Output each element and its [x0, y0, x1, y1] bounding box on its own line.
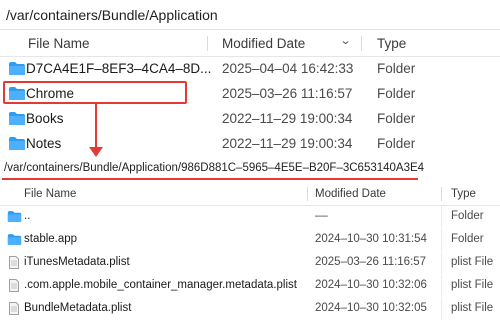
table-row[interactable]: stable.app 2024–10–30 10:31:54 Folder	[0, 229, 500, 251]
table-row[interactable]: .com.apple.mobile_container_manager.meta…	[0, 275, 500, 297]
file-name: D7CA4E1F–8EF3–4CA4–8D...	[26, 61, 212, 76]
top-column-header: File Name Modified Date ⌄ Type	[0, 30, 500, 57]
folder-icon	[8, 111, 26, 129]
document-icon	[9, 302, 19, 318]
sort-chevron-down-icon[interactable]: ⌄	[340, 34, 352, 47]
column-modified-date[interactable]: Modified Date	[222, 36, 305, 51]
document-icon	[9, 279, 19, 295]
file-type: Folder	[377, 86, 416, 101]
file-type: plist File	[451, 302, 494, 314]
column-divider	[441, 229, 442, 251]
file-type: Folder	[451, 233, 484, 245]
document-icon	[9, 256, 19, 272]
column-divider[interactable]	[441, 187, 442, 201]
modified-date: 2025–03–26 11:16:57	[222, 86, 353, 101]
column-divider[interactable]	[361, 36, 362, 51]
file-type: Folder	[377, 61, 416, 76]
arrow-shaft	[95, 104, 97, 150]
column-divider	[441, 275, 442, 297]
bottom-path-bar: /var/containers/Bundle/Application/986D8…	[4, 162, 425, 174]
modified-date: 2025–04–04 16:42:33	[222, 61, 354, 76]
column-file-name[interactable]: File Name	[28, 36, 90, 51]
table-row[interactable]: D7CA4E1F–8EF3–4CA4–8D... 2025–04–04 16:4…	[0, 56, 500, 82]
column-divider	[441, 206, 442, 228]
modified-date: 2025–03–26 11:16:57	[315, 256, 427, 268]
modified-date: 2024–10–30 10:32:05	[315, 302, 427, 314]
file-name: .com.apple.mobile_container_manager.meta…	[24, 279, 297, 291]
column-divider[interactable]	[207, 36, 208, 51]
file-name: ..	[24, 210, 31, 222]
file-type: Folder	[377, 136, 416, 151]
column-modified-date[interactable]: Modified Date	[315, 188, 386, 200]
modified-date: 2022–11–29 19:00:34	[222, 111, 353, 126]
column-divider	[441, 252, 442, 274]
table-row[interactable]: Books 2022–11–29 19:00:34 Folder	[0, 106, 500, 132]
modified-date: 2024–10–30 10:31:54	[315, 233, 427, 245]
column-divider	[441, 298, 442, 320]
highlight-box	[3, 81, 187, 104]
file-name: stable.app	[24, 233, 78, 245]
table-row[interactable]: iTunesMetadata.plist 2025–03–26 11:16:57…	[0, 252, 500, 274]
bottom-column-header: File Name Modified Date Type	[0, 183, 500, 206]
path-underline	[2, 178, 418, 180]
column-type[interactable]: Type	[377, 36, 406, 51]
file-name: Notes	[26, 136, 62, 151]
column-divider[interactable]	[307, 187, 308, 201]
modified-date: ––	[315, 210, 328, 222]
folder-icon	[8, 136, 26, 154]
modified-date: 2024–10–30 10:32:06	[315, 279, 427, 291]
file-name: iTunesMetadata.plist	[24, 256, 130, 268]
column-type[interactable]: Type	[451, 188, 476, 200]
file-type: Folder	[377, 111, 416, 126]
top-path-bar: /var/containers/Bundle/Application	[0, 0, 500, 30]
file-type: plist File	[451, 279, 494, 291]
folder-icon	[7, 233, 22, 249]
folder-icon	[7, 210, 22, 226]
modified-date: 2022–11–29 19:00:34	[222, 136, 353, 151]
table-row[interactable]: .. –– Folder	[0, 206, 500, 228]
file-type: Folder	[451, 210, 484, 222]
table-row[interactable]: BundleMetadata.plist 2024–10–30 10:32:05…	[0, 298, 500, 320]
arrow-down-icon	[89, 147, 103, 157]
column-file-name[interactable]: File Name	[24, 188, 76, 200]
table-row[interactable]: Notes 2022–11–29 19:00:34 Folder	[0, 131, 500, 157]
file-name: Books	[26, 111, 64, 126]
file-name: BundleMetadata.plist	[24, 302, 132, 314]
file-type: plist File	[451, 256, 494, 268]
folder-icon	[8, 61, 26, 79]
